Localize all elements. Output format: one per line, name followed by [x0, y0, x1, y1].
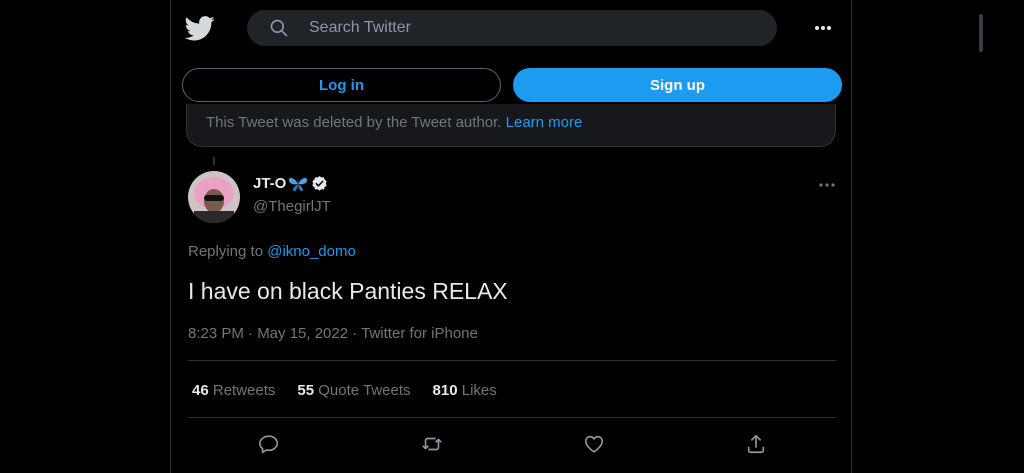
likes-count: 810	[432, 382, 458, 399]
author-name-row[interactable]: JT-O	[253, 175, 328, 192]
quote-tweets-stat[interactable]: 55 Quote Tweets	[297, 382, 410, 399]
deleted-notice-text: This Tweet was deleted by the Tweet auth…	[206, 114, 502, 131]
quote-tweets-count: 55	[297, 382, 315, 399]
verified-badge-icon	[312, 176, 327, 191]
quote-tweets-label: Quote Tweets	[318, 382, 411, 399]
retweets-label: Retweets	[212, 382, 276, 399]
like-icon[interactable]	[583, 433, 605, 455]
deleted-tweet-notice: This Tweet was deleted by the Tweet auth…	[186, 104, 836, 147]
twitter-bird-icon[interactable]	[185, 13, 215, 43]
signup-button[interactable]: Sign up	[513, 68, 842, 102]
retweet-icon[interactable]	[421, 433, 443, 455]
likes-label: Likes	[461, 382, 497, 399]
divider	[188, 360, 836, 361]
author-handle[interactable]: @ThegirlJT	[253, 198, 331, 215]
avatar[interactable]	[188, 171, 240, 223]
divider	[188, 417, 836, 418]
retweets-stat[interactable]: 46 Retweets	[192, 382, 275, 399]
likes-stat[interactable]: 810 Likes	[433, 382, 497, 399]
replying-to-handle-link[interactable]: @ikno_domo	[267, 243, 356, 260]
search-bar[interactable]	[247, 10, 777, 46]
learn-more-link[interactable]: Learn more	[506, 114, 583, 131]
tweet-stats: 46 Retweets 55 Quote Tweets 810 Likes	[192, 382, 497, 399]
butterfly-icon	[289, 177, 308, 191]
scrollbar[interactable]	[979, 14, 983, 52]
retweets-count: 46	[192, 382, 209, 399]
author-display-name[interactable]: JT-O	[253, 175, 286, 192]
tweet-text: I have on black Panties RELAX	[188, 278, 508, 304]
replying-prefix: Replying to	[188, 243, 264, 260]
share-icon[interactable]	[745, 433, 767, 455]
tweet-more-icon[interactable]	[817, 179, 837, 191]
replying-to: Replying to @ikno_domo	[188, 243, 356, 260]
login-button[interactable]: Log in	[182, 68, 501, 102]
search-input[interactable]	[307, 18, 731, 38]
tweet-meta[interactable]: 8:23 PM · May 15, 2022 · Twitter for iPh…	[188, 325, 478, 342]
search-icon	[270, 19, 288, 37]
more-horizontal-icon[interactable]	[810, 18, 836, 38]
thread-connector-line	[213, 157, 215, 165]
reply-icon[interactable]	[258, 433, 280, 455]
